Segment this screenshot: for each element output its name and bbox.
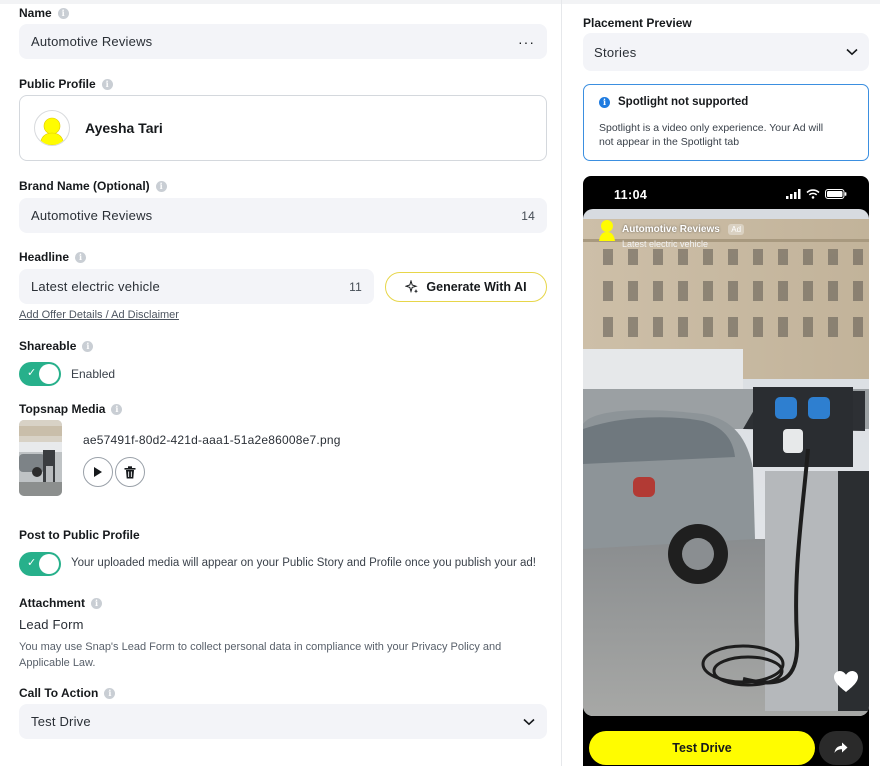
attachment-note-line2: Applicable Law. bbox=[19, 657, 96, 669]
share-button[interactable] bbox=[819, 731, 863, 765]
profile-name: Ayesha Tari bbox=[85, 120, 163, 136]
post-public-profile-text: Your uploaded media will appear on your … bbox=[71, 557, 536, 569]
delete-button[interactable] bbox=[115, 457, 145, 487]
toggle-knob bbox=[39, 554, 59, 574]
signal-icon bbox=[786, 189, 801, 199]
post-public-profile-toggle[interactable]: ✓ bbox=[19, 552, 61, 576]
ev-charging-image bbox=[583, 209, 869, 716]
ghost-avatar-icon bbox=[39, 117, 65, 145]
check-icon: ✓ bbox=[27, 367, 37, 379]
info-icon[interactable]: i bbox=[75, 251, 87, 263]
post-public-profile-label: Post to Public Profile bbox=[19, 528, 140, 542]
play-button[interactable] bbox=[83, 457, 113, 487]
battery-icon bbox=[825, 189, 847, 199]
chevron-down-icon bbox=[523, 718, 535, 725]
media-thumbnail[interactable] bbox=[19, 420, 62, 496]
notice-line1: Spotlight is a video only experience. Yo… bbox=[599, 122, 824, 134]
call-to-action-select[interactable]: Test Drive bbox=[19, 704, 547, 739]
headline-input[interactable]: Latest electric vehicle 11 bbox=[19, 269, 374, 304]
spotlight-notice: i Spotlight not supported Spotlight is a… bbox=[583, 84, 869, 161]
notice-line2: not appear in the Spotlight tab bbox=[599, 135, 740, 148]
ad-media-preview: Automotive Reviews Ad Latest electric ve… bbox=[583, 209, 869, 716]
media-thumbnail-image bbox=[19, 420, 62, 496]
public-profile-selector[interactable]: Ayesha Tari bbox=[19, 95, 547, 161]
top-strip bbox=[0, 0, 880, 4]
share-arrow-icon bbox=[834, 742, 848, 753]
wifi-icon bbox=[806, 189, 820, 199]
ghost-avatar-icon bbox=[599, 220, 615, 241]
headline-label: Headline i bbox=[19, 250, 87, 264]
notice-title: Spotlight not supported bbox=[618, 96, 749, 108]
ad-brand-name: Automotive Reviews bbox=[622, 224, 720, 235]
brand-name-input[interactable]: Automotive Reviews 14 bbox=[19, 198, 547, 233]
check-icon: ✓ bbox=[27, 557, 37, 569]
name-field[interactable]: Automotive Reviews ··· bbox=[19, 24, 547, 59]
shareable-state: Enabled bbox=[71, 367, 116, 381]
shareable-toggle[interactable]: ✓ bbox=[19, 362, 61, 386]
phone-preview: 11:04 Automotive Reviews Ad Latest elect… bbox=[583, 176, 869, 766]
sparkle-icon bbox=[405, 280, 419, 294]
more-horizontal-icon[interactable]: ··· bbox=[518, 34, 535, 50]
info-icon[interactable]: i bbox=[91, 597, 103, 609]
public-profile-label: Public Profile i bbox=[19, 77, 113, 91]
info-icon[interactable]: i bbox=[104, 687, 116, 699]
info-icon[interactable]: i bbox=[82, 340, 94, 352]
character-count: 11 bbox=[349, 279, 362, 294]
placement-preview-label: Placement Preview bbox=[583, 16, 692, 30]
attachment-note-line1: You may use Snap's Lead Form to collect … bbox=[19, 641, 502, 653]
shareable-label: Shareable i bbox=[19, 339, 94, 353]
column-divider bbox=[561, 0, 562, 766]
name-label: Name i bbox=[19, 6, 69, 20]
toggle-knob bbox=[39, 364, 59, 384]
placement-select[interactable]: Stories bbox=[583, 33, 869, 71]
topsnap-media-label: Topsnap Media i bbox=[19, 402, 123, 416]
phone-status-bar bbox=[786, 189, 847, 199]
info-icon[interactable]: i bbox=[155, 180, 167, 192]
media-filename: ae57491f-80d2-421d-aaa1-51a2e86008e7.png bbox=[83, 433, 341, 447]
generate-with-ai-button[interactable]: Generate With AI bbox=[385, 272, 547, 302]
trash-icon bbox=[124, 465, 136, 478]
ad-header-overlay: Automotive Reviews Ad Latest electric ve… bbox=[598, 219, 745, 249]
cta-preview-button[interactable]: Test Drive bbox=[589, 731, 815, 765]
call-to-action-label: Call To Action i bbox=[19, 686, 116, 700]
play-icon bbox=[94, 467, 102, 477]
avatar bbox=[34, 110, 70, 146]
info-icon[interactable]: i bbox=[101, 78, 113, 90]
attachment-value: Lead Form bbox=[19, 617, 84, 632]
brand-name-label: Brand Name (Optional) i bbox=[19, 179, 167, 193]
chevron-down-icon bbox=[846, 48, 858, 56]
heart-icon[interactable] bbox=[833, 670, 859, 693]
phone-time: 11:04 bbox=[614, 188, 648, 202]
ad-headline: Latest electric vehicle bbox=[622, 239, 709, 249]
ad-badge: Ad bbox=[728, 224, 745, 235]
add-offer-details-link[interactable]: Add Offer Details / Ad Disclaimer bbox=[19, 309, 179, 321]
info-icon[interactable]: i bbox=[57, 7, 69, 19]
attachment-label: Attachment i bbox=[19, 596, 103, 610]
info-icon: i bbox=[599, 96, 610, 108]
info-icon[interactable]: i bbox=[111, 403, 123, 415]
character-count: 14 bbox=[521, 208, 535, 223]
